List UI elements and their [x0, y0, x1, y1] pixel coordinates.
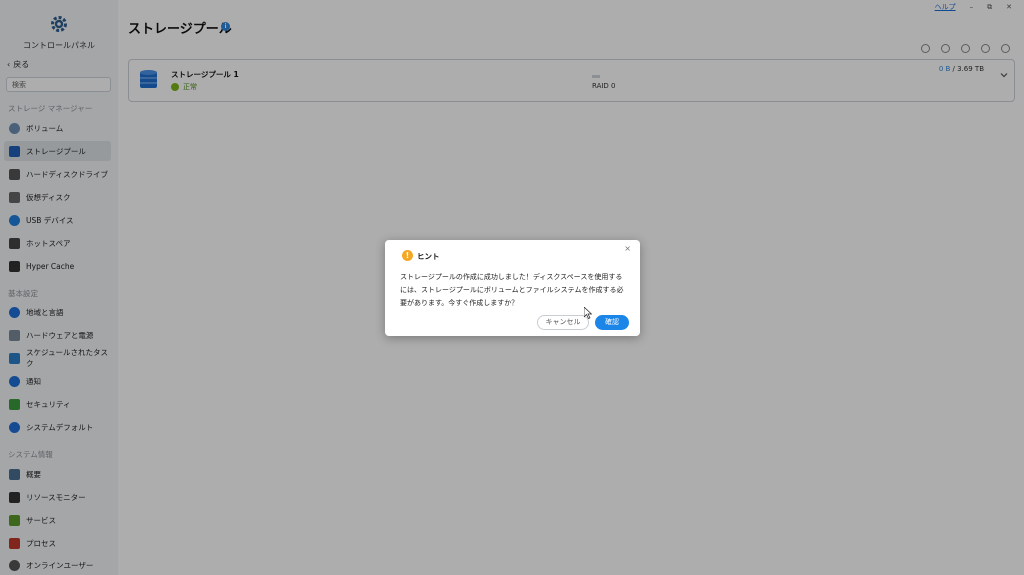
dialog-close-icon[interactable]: × — [624, 244, 631, 253]
cursor-icon — [584, 307, 592, 319]
cancel-button[interactable]: キャンセル — [537, 315, 589, 330]
confirm-button[interactable]: 確認 — [595, 315, 629, 330]
hint-dialog: ! ヒント × ストレージプールの作成に成功しました！ディスクスペースを使用する… — [385, 240, 640, 336]
dialog-title: ヒント — [417, 252, 440, 261]
warning-icon: ! — [402, 250, 413, 261]
dialog-message: ストレージプールの作成に成功しました！ディスクスペースを使用するには、ストレージ… — [400, 273, 624, 307]
